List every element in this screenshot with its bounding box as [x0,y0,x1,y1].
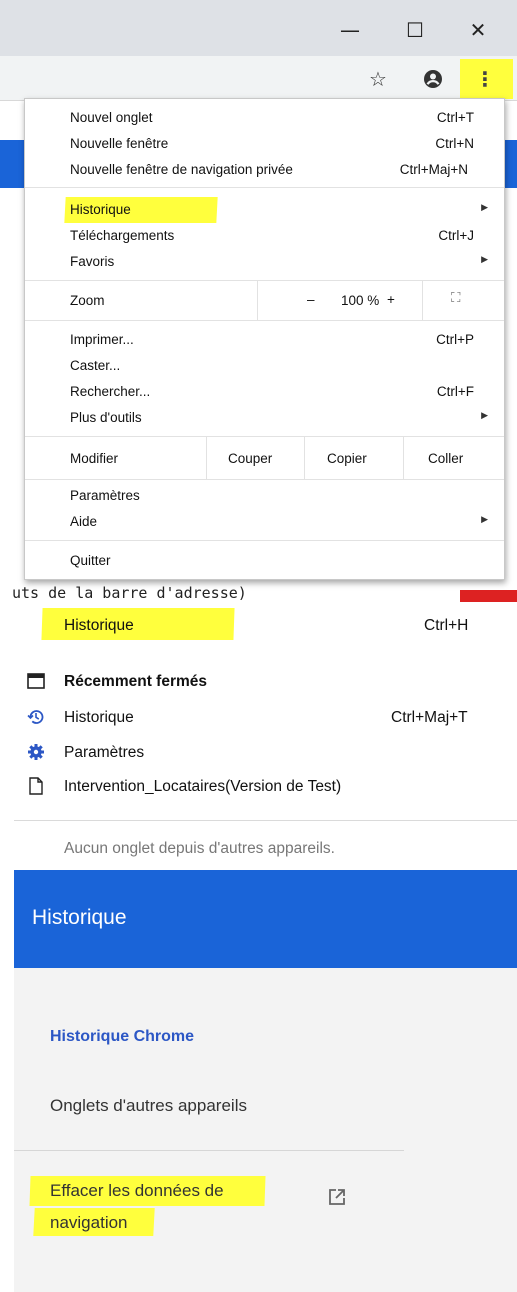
menu-item-label: Nouvelle fenêtre de navigation privée [70,162,293,177]
submenu-item-history-restore-shortcut: Ctrl+Maj+T [391,709,468,726]
menu-item-shortcut: Ctrl+Maj+N [399,162,468,177]
zoom-out-button[interactable]: – [307,292,315,307]
gear-icon [27,743,45,765]
menu-item-label: Paramètres [70,488,140,503]
menu-item-shortcut: Ctrl+N [435,136,474,151]
sidebar-item-other-devices[interactable]: Onglets d'autres appareils [50,1096,247,1116]
kebab-menu-icon[interactable]: ⋮ [470,64,500,94]
menu-item-shortcut: Ctrl+J [438,228,474,243]
zoom-level: 100 % [341,293,380,308]
account-avatar-svg [424,70,442,88]
history-restore-svg [27,710,44,724]
submenu-recently-closed-header: Récemment fermés [64,673,208,690]
menu-item-label: Téléchargements [70,228,175,243]
page-svg [29,777,43,795]
submenu-arrow-icon: ▶ [481,254,488,264]
menu-item-shortcut: Ctrl+P [436,332,474,347]
submenu-arrow-icon: ▶ [481,410,488,420]
history-restore-icon [27,708,45,730]
menu-item-label: Rechercher... [70,384,151,399]
submenu-arrow-icon: ▶ [481,514,488,524]
submenu-item-settings[interactable]: Paramètres [64,744,144,762]
menu-item-label: Quitter [70,553,111,568]
menu-item-label: Nouvelle fenêtre [70,136,169,151]
menu-divider [25,479,504,480]
menu-divider [25,280,504,281]
close-icon[interactable]: ✕ [458,10,498,50]
zoom-in-button[interactable]: + [387,292,395,307]
submenu-item-history[interactable]: Historique [64,617,134,635]
menu-divider [25,187,504,188]
window-titlebar [0,0,517,56]
copy-button[interactable]: Copier [327,451,367,466]
fullscreen-icon[interactable]: ⛶ [451,290,460,306]
cut-button[interactable]: Couper [228,451,272,466]
sidebar-divider [14,1150,404,1151]
paste-button[interactable]: Coller [428,451,463,466]
edit-divider [304,437,305,479]
menu-divider [25,320,504,321]
red-element [460,590,517,602]
sidebar-item-chrome-history[interactable]: Historique Chrome [50,1028,194,1046]
menu-item-label: Nouvel onglet [70,110,153,125]
zoom-label: Zoom [70,293,105,308]
background-page-text: uts de la barre d'adresse) [12,584,247,602]
external-link-svg [329,1189,345,1205]
page-title: Historique [32,906,127,929]
menu-item-label: Caster... [70,358,121,373]
zoom-divider [422,281,423,320]
menu-item-label: Favoris [70,254,115,269]
tab-window-icon [27,673,45,693]
submenu-item-recent-tab[interactable]: Intervention_Locataires(Version de Test) [64,778,341,796]
submenu-no-tabs-message: Aucun onglet depuis d'autres appareils. [64,840,335,857]
menu-divider [25,540,504,541]
submenu-item-history-shortcut: Ctrl+H [424,617,469,634]
page-icon [29,777,43,799]
sidebar-item-clear-data-line1[interactable]: Effacer les données de [50,1181,224,1201]
submenu-item-history-restore[interactable]: Historique [64,709,134,727]
minimize-icon[interactable]: — [330,10,370,50]
history-submenu: Historique Ctrl+H Récemment fermés Histo… [14,602,517,870]
edit-divider [206,437,207,479]
menu-item-label: Historique [70,202,131,217]
submenu-divider [14,820,517,821]
bookmark-star-icon[interactable]: ☆ [363,64,393,94]
menu-item-label: Aide [70,514,98,529]
sidebar-item-clear-data-line2[interactable]: navigation [50,1213,128,1233]
edit-label: Modifier [70,451,119,466]
account-icon[interactable] [418,64,448,94]
history-sidebar: Historique Chrome Onglets d'autres appar… [14,968,517,1292]
gear-svg [28,744,44,760]
menu-item-shortcut: Ctrl+F [436,384,474,399]
menu-item-shortcut: Ctrl+T [436,110,474,125]
menu-divider [25,436,504,437]
external-link-icon[interactable] [328,1188,346,1211]
chrome-main-menu: Nouvel onglet Ctrl+T Nouvelle fenêtre Ct… [24,98,505,580]
menu-item-label: Imprimer... [70,332,134,347]
menu-item-label: Plus d'outils [70,410,142,425]
maximize-icon[interactable]: ☐ [395,10,435,50]
edit-divider [403,437,404,479]
zoom-divider [257,281,258,320]
submenu-arrow-icon: ▶ [481,202,488,212]
tab-window-svg [27,673,45,689]
history-page-header: Historique [14,870,517,968]
